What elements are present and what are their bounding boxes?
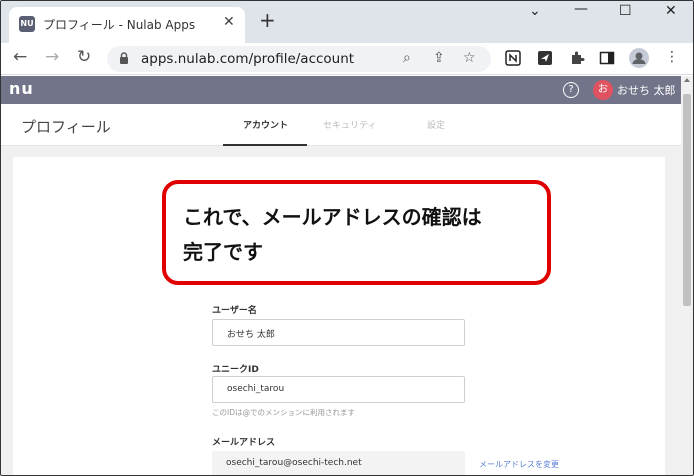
minimize-icon[interactable]: — (574, 1, 588, 17)
unique-id-field[interactable]: osechi_tarou (212, 376, 465, 403)
username-field[interactable]: おせち 太郎 (212, 319, 465, 346)
page-header: プロフィール アカウント セキュリティ 設定 (1, 104, 681, 146)
back-icon[interactable]: ← (13, 47, 27, 67)
help-icon[interactable]: ? (563, 82, 579, 98)
new-tab-icon[interactable]: + (259, 10, 276, 30)
callout-line-1: これで、メールアドレスの確認は (183, 205, 482, 229)
tab-title: プロフィール - Nulab Apps (43, 18, 196, 32)
callout-text: これで、メールアドレスの確認は 完了です (183, 200, 543, 270)
address-bar[interactable]: apps.nulab.com/profile/account ⌕ ⇪ ☆ (107, 46, 491, 72)
email-label: メールアドレス (212, 438, 276, 448)
browser-tab[interactable]: NU プロフィール - Nulab Apps ✕ (9, 7, 245, 43)
url-text[interactable]: apps.nulab.com/profile/account (141, 51, 354, 67)
close-window-icon[interactable]: ✕ (665, 3, 677, 19)
profile-icon[interactable] (629, 48, 649, 68)
email-value: osechi_tarou@osechi-tech.net (226, 458, 362, 468)
scrollbar[interactable] (681, 76, 693, 475)
share-icon[interactable]: ⇪ (433, 50, 445, 66)
unique-id-value: osechi_tarou (227, 384, 285, 394)
callout-box: これで、メールアドレスの確認は 完了です (162, 180, 551, 285)
tab-security[interactable]: セキュリティ (323, 118, 376, 131)
avatar[interactable]: お (593, 80, 613, 100)
page-title: プロフィール (21, 118, 111, 136)
user-name[interactable]: おせち 太郎 (617, 82, 676, 98)
sidepanel-icon[interactable] (599, 50, 615, 66)
zoom-icon[interactable]: ⌕ (403, 50, 411, 66)
callout-line-2: 完了です (183, 240, 263, 264)
forward-icon[interactable]: → (45, 47, 59, 67)
scroll-thumb[interactable] (683, 94, 691, 306)
tab-search-chevron-icon[interactable]: ⌄ (529, 3, 541, 19)
reload-icon[interactable]: ↻ (77, 47, 91, 67)
lock-icon (120, 52, 128, 64)
maximize-icon[interactable]: ☐ (619, 3, 632, 19)
scroll-up-arrow-icon[interactable] (684, 78, 690, 82)
menu-icon[interactable]: ⋮ (665, 49, 679, 65)
send-icon[interactable] (537, 50, 553, 66)
notion-icon[interactable] (505, 50, 521, 66)
star-icon[interactable]: ☆ (463, 50, 476, 66)
browser-titlebar: NU プロフィール - Nulab Apps ✕ + ⌄ — ☐ ✕ (1, 1, 693, 43)
unique-id-hint: このIDは@でのメンションに利用されます (212, 408, 355, 417)
nulab-logo[interactable]: nu (9, 79, 34, 98)
browser-toolbar: ← → ↻ apps.nulab.com/profile/account ⌕ ⇪… (1, 43, 693, 75)
puzzle-icon[interactable] (569, 50, 585, 66)
app-header: nu ? お おせち 太郎 (1, 76, 681, 104)
tab-settings[interactable]: 設定 (427, 118, 445, 131)
username-value: おせち 太郎 (227, 330, 275, 340)
change-email-link[interactable]: メールアドレスを変更 (479, 459, 559, 470)
unique-id-label: ユニークID (212, 365, 259, 375)
browser-window: NU プロフィール - Nulab Apps ✕ + ⌄ — ☐ ✕ ← → ↻… (0, 0, 694, 476)
tab-account[interactable]: アカウント (243, 118, 288, 131)
nulab-favicon-icon: NU (19, 16, 35, 32)
username-label: ユーザー名 (212, 306, 257, 316)
close-tab-icon[interactable]: ✕ (223, 14, 235, 30)
email-field: osechi_tarou@osechi-tech.net (212, 451, 465, 475)
